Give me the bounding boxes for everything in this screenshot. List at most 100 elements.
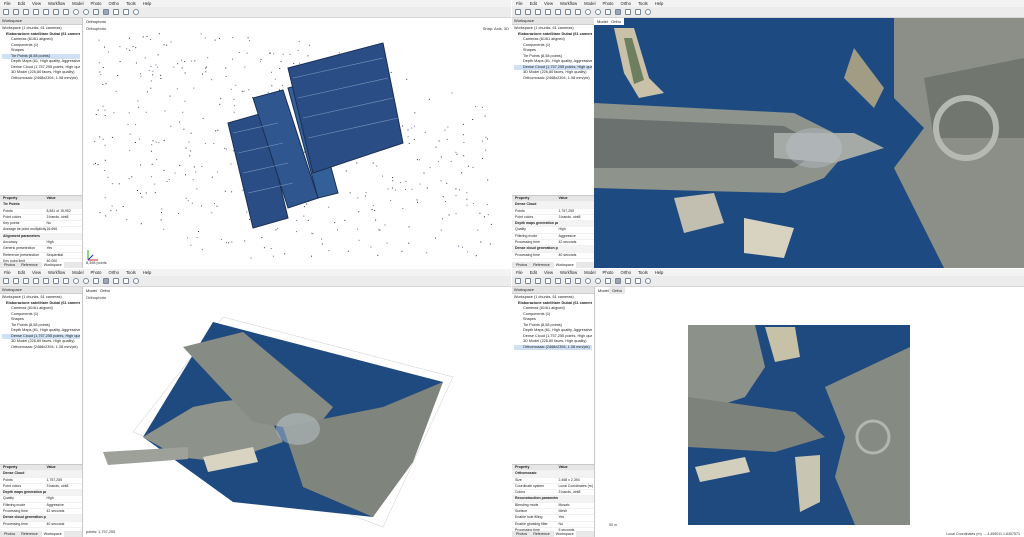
redo-icon[interactable] — [43, 278, 49, 284]
mesh-icon[interactable] — [113, 9, 119, 15]
zoom-out-icon[interactable] — [595, 9, 601, 15]
save-icon[interactable] — [23, 9, 29, 15]
move-icon[interactable] — [605, 278, 611, 284]
menu-workflow[interactable]: Workflow — [560, 270, 577, 275]
menu-ortho[interactable]: Ortho — [108, 1, 118, 6]
reset-view-icon[interactable] — [133, 278, 139, 284]
undo-icon[interactable] — [545, 278, 551, 284]
model-viewport[interactable]: Model Ortho Orthophoto points: 1,757,255 — [83, 287, 512, 537]
reset-view-icon[interactable] — [133, 9, 139, 15]
menu-tools[interactable]: Tools — [126, 1, 136, 6]
reset-view-icon[interactable] — [645, 9, 651, 15]
tab-photos[interactable]: Photos — [514, 531, 529, 537]
camera-icon[interactable] — [123, 278, 129, 284]
menu-ortho[interactable]: Ortho — [620, 270, 630, 275]
menu-photo[interactable]: Photo — [603, 270, 614, 275]
menu-model[interactable]: Model — [72, 270, 83, 275]
menu-model[interactable]: Model — [584, 1, 595, 6]
menu-view[interactable]: View — [544, 270, 553, 275]
menu-help[interactable]: Help — [143, 1, 152, 6]
zoom-in-icon[interactable] — [73, 9, 79, 15]
menu-view[interactable]: View — [544, 1, 553, 6]
tree-3d-model[interactable]: 3D Model (226,80 faces, High quality) — [514, 339, 592, 345]
zoom-in-icon[interactable] — [585, 9, 591, 15]
new-icon[interactable] — [515, 9, 521, 15]
redo-icon[interactable] — [43, 9, 49, 15]
undo-icon[interactable] — [33, 9, 39, 15]
new-icon[interactable] — [3, 278, 9, 284]
menu-file[interactable]: File — [4, 270, 11, 275]
tab-reference[interactable]: Reference — [19, 531, 40, 537]
tree-3d-model[interactable]: 3D Model (226,80 faces, High quality) — [2, 70, 80, 76]
camera-icon[interactable] — [635, 278, 641, 284]
menu-help[interactable]: Help — [143, 270, 152, 275]
model-viewport[interactable]: Model Ortho — [594, 18, 1024, 268]
select-icon[interactable] — [575, 9, 581, 15]
reset-view-icon[interactable] — [645, 278, 651, 284]
navigate-icon[interactable] — [565, 9, 571, 15]
camera-icon[interactable] — [123, 9, 129, 15]
dense-cloud-icon[interactable] — [615, 9, 621, 15]
menu-photo[interactable]: Photo — [603, 1, 614, 6]
menu-file[interactable]: File — [4, 1, 11, 6]
tree-3d-model[interactable]: 3D Model (226,80 faces, High quality) — [514, 70, 592, 76]
menu-photo[interactable]: Photo — [91, 1, 102, 6]
mesh-icon[interactable] — [625, 278, 631, 284]
navigate-icon[interactable] — [565, 278, 571, 284]
ortho-icon[interactable] — [615, 278, 621, 284]
menu-view[interactable]: View — [32, 1, 41, 6]
undo-icon[interactable] — [33, 278, 39, 284]
menu-tools[interactable]: Tools — [638, 270, 648, 275]
view-tab-ortho[interactable]: Ortho — [608, 18, 625, 25]
tree-depth-maps[interactable]: Depth Maps (61, High quality, Aggressive… — [2, 328, 80, 334]
open-icon[interactable] — [525, 9, 531, 15]
select-icon[interactable] — [63, 278, 69, 284]
open-icon[interactable] — [13, 9, 19, 15]
zoom-out-icon[interactable] — [595, 278, 601, 284]
open-icon[interactable] — [13, 278, 19, 284]
menu-tools[interactable]: Tools — [126, 270, 136, 275]
menu-edit[interactable]: Edit — [18, 1, 25, 6]
tab-workspace[interactable]: Workspace — [553, 531, 576, 537]
menu-file[interactable]: File — [516, 270, 523, 275]
menu-help[interactable]: Help — [655, 270, 664, 275]
mesh-icon[interactable] — [113, 278, 119, 284]
model-viewport[interactable]: Orthophoto Orthophoto Snap: Axis, 3D 8,3… — [83, 18, 512, 268]
redo-icon[interactable] — [555, 9, 561, 15]
camera-icon[interactable] — [635, 9, 641, 15]
undo-icon[interactable] — [545, 9, 551, 15]
navigate-icon[interactable] — [53, 278, 59, 284]
mesh-icon[interactable] — [625, 9, 631, 15]
tree-3d-model[interactable]: 3D Model (226,80 faces, High quality) — [2, 339, 80, 345]
tree-orthomosaic[interactable]: Orthomosaic (2468x2394, 1.08 mm/pix) — [514, 76, 592, 82]
menu-model[interactable]: Model — [72, 1, 83, 6]
tab-reference[interactable]: Reference — [531, 531, 552, 537]
move-icon[interactable] — [93, 9, 99, 15]
new-icon[interactable] — [3, 9, 9, 15]
select-icon[interactable] — [575, 278, 581, 284]
move-icon[interactable] — [605, 9, 611, 15]
menu-workflow[interactable]: Workflow — [560, 1, 577, 6]
open-icon[interactable] — [525, 278, 531, 284]
menu-model[interactable]: Model — [584, 270, 595, 275]
navigate-icon[interactable] — [53, 9, 59, 15]
zoom-in-icon[interactable] — [73, 278, 79, 284]
tab-photos[interactable]: Photos — [2, 531, 17, 537]
menu-edit[interactable]: Edit — [18, 270, 25, 275]
tree-depth-maps[interactable]: Depth Maps (61, High quality, Aggressive… — [514, 328, 592, 334]
tab-workspace[interactable]: Workspace — [41, 531, 64, 537]
menu-photo[interactable]: Photo — [91, 270, 102, 275]
menu-edit[interactable]: Edit — [530, 270, 537, 275]
dense-cloud-icon[interactable] — [103, 9, 109, 15]
tree-depth-maps[interactable]: Depth Maps (61, High quality, Aggressive… — [2, 59, 80, 65]
zoom-in-icon[interactable] — [585, 278, 591, 284]
menu-file[interactable]: File — [516, 1, 523, 6]
tree-orthomosaic[interactable]: Orthomosaic (2468x2394, 1.08 mm/pix) — [514, 344, 592, 350]
menu-workflow[interactable]: Workflow — [48, 1, 65, 6]
zoom-out-icon[interactable] — [83, 9, 89, 15]
tree-orthomosaic[interactable]: Orthomosaic (2468x2394, 1.08 mm/pix) — [2, 76, 80, 82]
menu-view[interactable]: View — [32, 270, 41, 275]
tree-depth-maps[interactable]: Depth Maps (61, High quality, Aggressive… — [514, 59, 592, 65]
new-icon[interactable] — [515, 278, 521, 284]
redo-icon[interactable] — [555, 278, 561, 284]
